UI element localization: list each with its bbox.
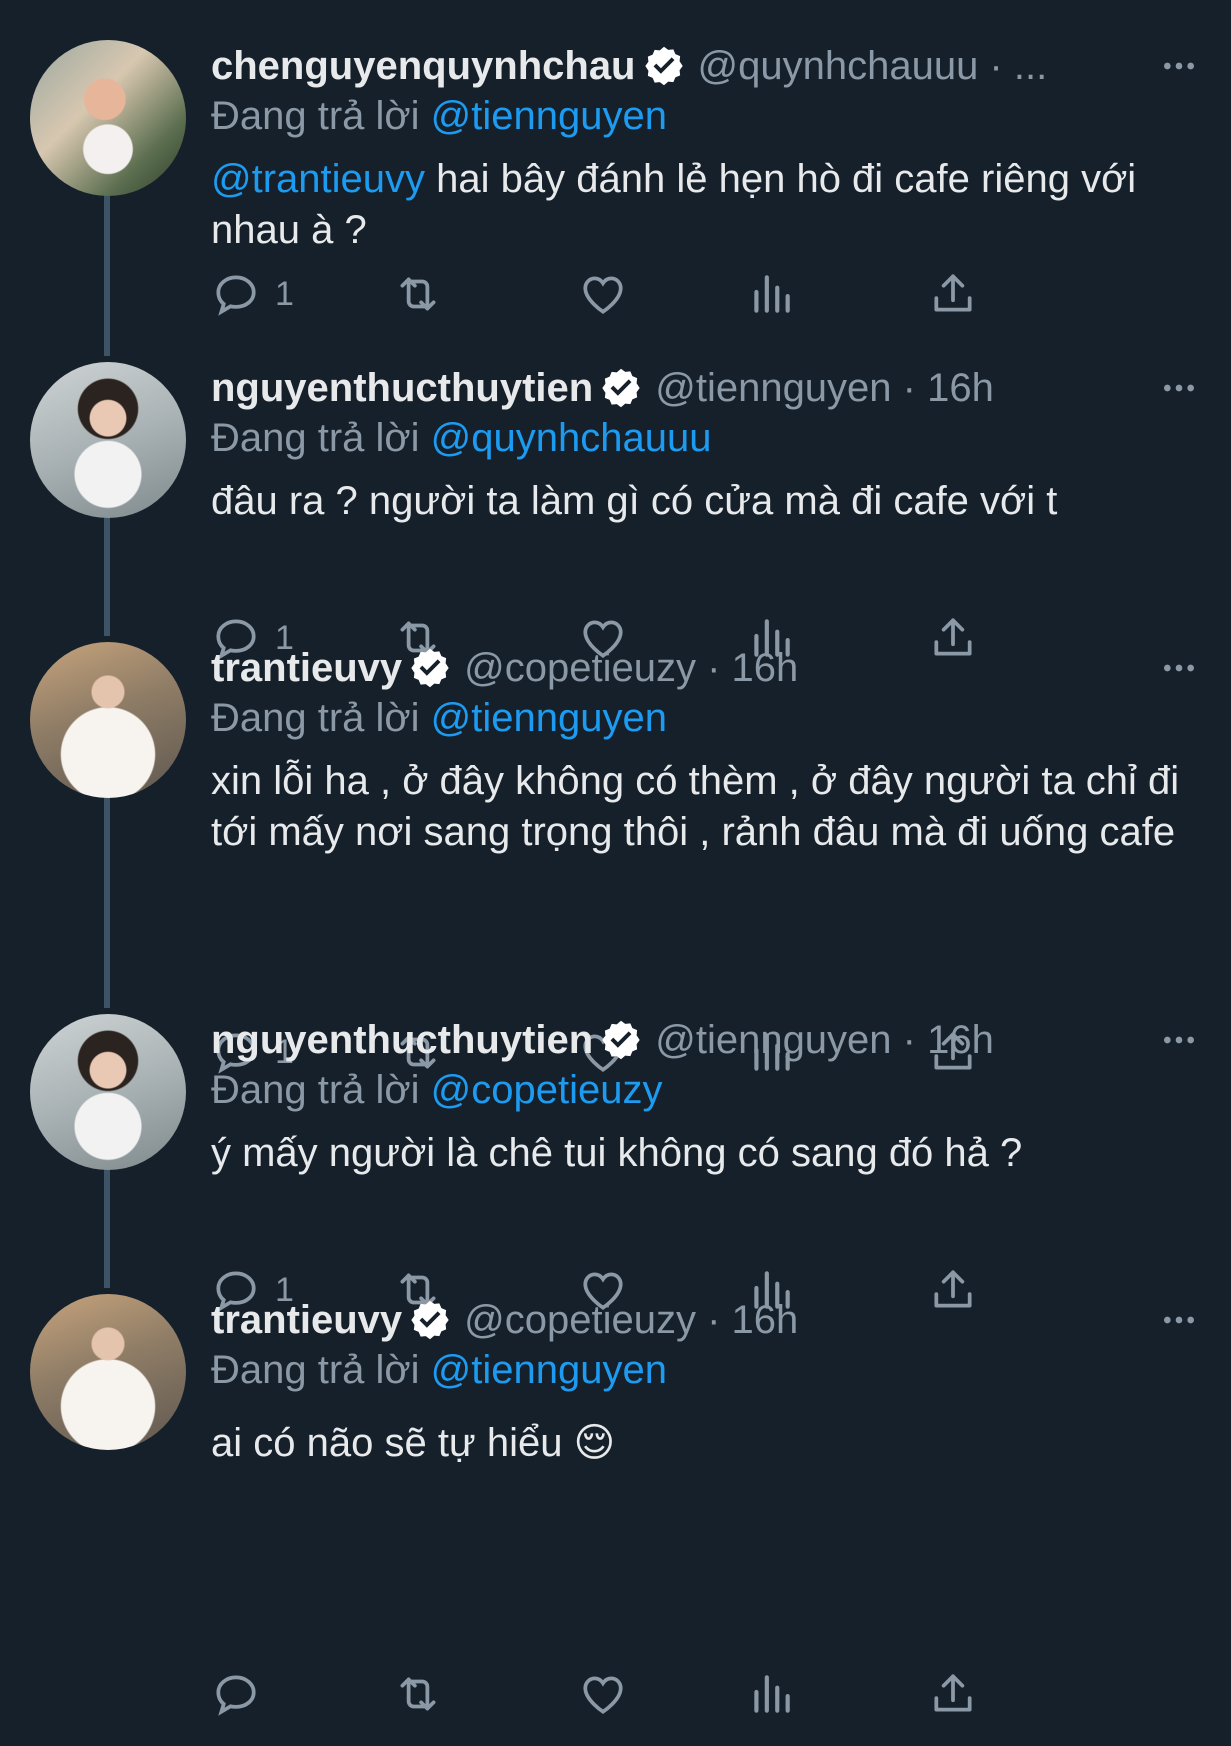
views-button[interactable] bbox=[746, 264, 796, 324]
views-icon bbox=[754, 275, 790, 313]
replying-mention-link[interactable]: @copetieuzy bbox=[431, 1068, 663, 1112]
more-icon[interactable] bbox=[1159, 1300, 1199, 1340]
verified-badge-icon bbox=[602, 368, 640, 408]
tweet-text: @trantieuvy hai bây đánh lẻ hẹn hò đi ca… bbox=[211, 154, 1211, 256]
replying-to: Đang trả lời @tiennguyen bbox=[211, 92, 1211, 140]
tweet-text: ý mấy người là chê tui không có sang đó … bbox=[211, 1128, 1211, 1179]
replying-prefix: Đang trả lời bbox=[211, 696, 420, 740]
replying-to: Đang trả lời @copetieuzy bbox=[211, 1066, 1211, 1114]
tweet-body: đâu ra ? người ta làm gì có cửa mà đi ca… bbox=[211, 479, 1058, 523]
tweet-header: nguyenthucthuytien @tiennguyen · 16h bbox=[211, 362, 1211, 414]
tweet-header: chenguyenquynhchau @quynhchauuu · ... bbox=[211, 40, 1211, 92]
action-bar bbox=[211, 1664, 1111, 1724]
avatar[interactable] bbox=[30, 1294, 186, 1450]
display-name[interactable]: nguyenthucthuytien bbox=[211, 362, 593, 414]
share-icon bbox=[934, 274, 972, 312]
share-button[interactable] bbox=[928, 264, 978, 324]
thread-line bbox=[104, 1156, 110, 1288]
display-name[interactable]: chenguyenquynhchau bbox=[211, 40, 636, 92]
avatar[interactable] bbox=[30, 1014, 186, 1170]
verified-badge-icon bbox=[411, 1300, 449, 1340]
replying-prefix: Đang trả lời bbox=[211, 1348, 420, 1392]
tweet-text: xin lỗi ha , ở đây không có thèm , ở đây… bbox=[211, 756, 1211, 858]
reply-icon bbox=[216, 275, 256, 316]
display-name[interactable]: trantieuvy bbox=[211, 1294, 402, 1346]
handle[interactable]: @copetieuzy · 16h bbox=[464, 642, 798, 694]
tweet-header: nguyenthucthuytien @tiennguyen · 16h bbox=[211, 1014, 1211, 1066]
handle[interactable]: @tiennguyen · 16h bbox=[655, 362, 994, 414]
text-mention-link[interactable]: @trantieuvy bbox=[211, 157, 425, 201]
heart-icon bbox=[583, 276, 623, 314]
replying-to: Đang trả lời @tiennguyen bbox=[211, 694, 1211, 742]
more-icon[interactable] bbox=[1159, 368, 1199, 408]
more-icon[interactable] bbox=[1159, 46, 1199, 86]
views-button[interactable] bbox=[746, 1664, 796, 1724]
tweet-text: ai có não sẽ tự hiểu 😌 bbox=[211, 1418, 1211, 1469]
replying-to: Đang trả lời @tiennguyen bbox=[211, 1346, 1211, 1394]
avatar[interactable] bbox=[30, 362, 186, 518]
share-button[interactable] bbox=[928, 1664, 978, 1724]
replying-prefix: Đang trả lời bbox=[211, 416, 420, 460]
views-icon bbox=[754, 1675, 790, 1713]
retweet-button[interactable] bbox=[393, 264, 443, 324]
retweet-button[interactable] bbox=[393, 1664, 443, 1724]
retweet-icon bbox=[400, 277, 436, 311]
action-bar: 1 bbox=[211, 264, 1111, 324]
replying-prefix: Đang trả lời bbox=[211, 1068, 420, 1112]
reply-icon bbox=[216, 1675, 256, 1716]
replying-prefix: Đang trả lời bbox=[211, 94, 420, 138]
like-button[interactable] bbox=[578, 1664, 628, 1724]
thread-line bbox=[104, 784, 110, 1008]
tweet-body: xin lỗi ha , ở đây không có thèm , ở đây… bbox=[211, 759, 1180, 854]
replying-mention-link[interactable]: @tiennguyen bbox=[431, 94, 667, 138]
replying-to: Đang trả lời @quynhchauuu bbox=[211, 414, 1211, 462]
verified-badge-icon bbox=[644, 46, 683, 86]
display-name[interactable]: trantieuvy bbox=[211, 642, 402, 694]
more-icon[interactable] bbox=[1159, 1020, 1199, 1060]
reply-button[interactable] bbox=[211, 1664, 275, 1724]
handle[interactable]: @copetieuzy · 16h bbox=[464, 1294, 798, 1346]
like-button[interactable] bbox=[578, 264, 628, 324]
tweet-header: trantieuvy @copetieuzy · 16h bbox=[211, 1294, 1211, 1346]
thread-line bbox=[104, 178, 110, 356]
tweet-text: đâu ra ? người ta làm gì có cửa mà đi ca… bbox=[211, 476, 1211, 527]
handle[interactable]: @quynhchauuu · ... bbox=[698, 40, 1048, 92]
handle[interactable]: @tiennguyen · 16h bbox=[655, 1014, 994, 1066]
verified-badge-icon bbox=[602, 1020, 640, 1060]
share-icon bbox=[934, 1674, 972, 1712]
replying-mention-link[interactable]: @tiennguyen bbox=[431, 696, 667, 740]
avatar[interactable] bbox=[30, 40, 186, 196]
replying-mention-link[interactable]: @quynhchauuu bbox=[431, 416, 712, 460]
thread-line bbox=[104, 504, 110, 636]
reply-button[interactable]: 1 bbox=[211, 264, 294, 324]
replying-mention-link[interactable]: @tiennguyen bbox=[431, 1348, 667, 1392]
reply-count: 1 bbox=[275, 274, 294, 313]
verified-badge-icon bbox=[411, 648, 449, 688]
avatar[interactable] bbox=[30, 642, 186, 798]
tweet-header: trantieuvy @copetieuzy · 16h bbox=[211, 642, 1211, 694]
retweet-icon bbox=[400, 1677, 436, 1711]
more-icon[interactable] bbox=[1159, 648, 1199, 688]
tweet-body: ý mấy người là chê tui không có sang đó … bbox=[211, 1131, 1023, 1175]
display-name[interactable]: nguyenthucthuytien bbox=[211, 1014, 593, 1066]
tweet-body: ai có não sẽ tự hiểu 😌 bbox=[211, 1421, 616, 1465]
heart-icon bbox=[583, 1676, 623, 1714]
